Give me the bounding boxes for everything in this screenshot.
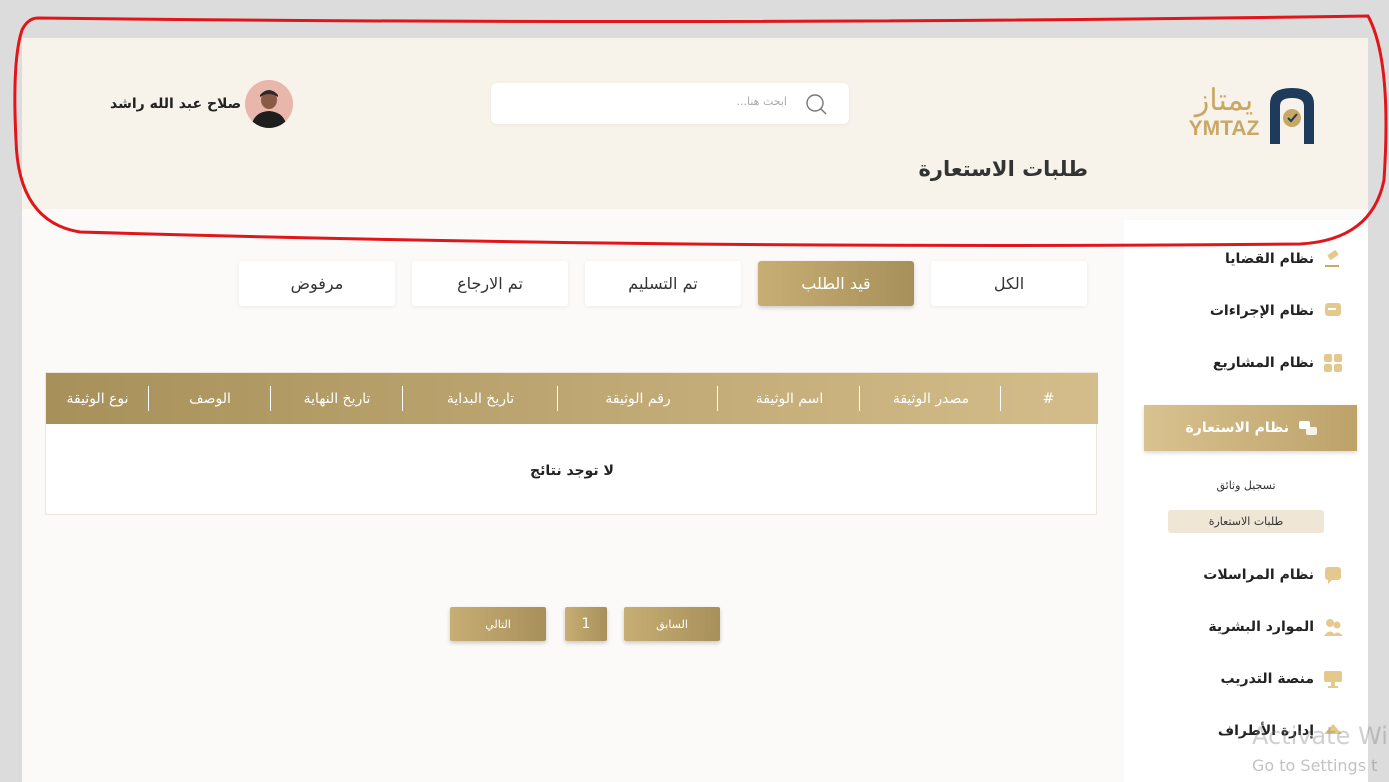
ymtaz-logo[interactable]: يمتاز YMTAZ bbox=[1182, 82, 1322, 150]
table-header: # مصدر الوثيقة اسم الوثيقة رقم الوثيقة ت… bbox=[46, 373, 1098, 424]
sidebar-item-hr[interactable]: الموارد البشرية bbox=[1208, 616, 1344, 638]
sidebar-sub-borrow-requests[interactable]: طلبات الاستعارة bbox=[1168, 510, 1324, 533]
column-divider bbox=[859, 386, 860, 411]
search-input[interactable] bbox=[537, 95, 787, 108]
sidebar-item-label: نظام الإجراءات bbox=[1209, 303, 1314, 319]
column-header-source: مصدر الوثيقة bbox=[892, 390, 970, 407]
column-header-type: نوع الوثيقة bbox=[66, 390, 129, 407]
header: يمتاز YMTAZ طلبات الاستعارة صلاح عبد الل… bbox=[22, 38, 1368, 209]
sidebar-item-label: نظام المراسلات bbox=[1203, 567, 1314, 583]
sidebar-item-messages[interactable]: نظام المراسلات bbox=[1203, 564, 1344, 586]
user-profile[interactable]: صلاح عبد الله راشد bbox=[110, 79, 294, 129]
column-divider bbox=[148, 386, 149, 411]
next-page-button[interactable]: التالي bbox=[450, 607, 546, 641]
training-icon bbox=[1322, 668, 1344, 690]
windows-activation-hint: Go to Settings t bbox=[1252, 756, 1378, 775]
logo-arabic: يمتاز bbox=[1194, 83, 1254, 118]
column-divider bbox=[717, 386, 718, 411]
tab-delivered[interactable]: تم التسليم bbox=[585, 261, 741, 306]
search-icon[interactable] bbox=[805, 93, 827, 115]
sidebar-item-projects[interactable]: نظام المشاريع bbox=[1213, 352, 1344, 374]
search-box[interactable] bbox=[491, 83, 849, 124]
sidebar-item-procedures[interactable]: نظام الإجراءات bbox=[1210, 300, 1344, 322]
logo-latin: YMTAZ bbox=[1188, 117, 1260, 140]
sidebar-item-label: نظام المشاريع bbox=[1212, 355, 1314, 371]
user-name: صلاح عبد الله راشد bbox=[110, 96, 242, 112]
procedures-icon bbox=[1322, 300, 1344, 322]
column-header-name: اسم الوثيقة bbox=[755, 390, 824, 407]
user-avatar-icon bbox=[245, 80, 294, 128]
column-divider bbox=[402, 386, 403, 411]
app-page: يمتاز YMTAZ طلبات الاستعارة صلاح عبد الل… bbox=[22, 38, 1368, 782]
column-header-index: # bbox=[1042, 390, 1055, 407]
sidebar-item-borrowing[interactable]: نظام الاستعارة bbox=[1144, 405, 1357, 451]
column-header-end-date: تاريخ النهاية bbox=[303, 390, 371, 407]
borrowing-icon bbox=[1297, 417, 1319, 439]
sidebar-item-label: الموارد البشرية bbox=[1208, 619, 1314, 635]
people-icon bbox=[1322, 616, 1344, 638]
sidebar-item-label: نظام القضايا bbox=[1225, 251, 1314, 267]
sidebar: نظام القضايا نظام الإجراءات نظام المشاري… bbox=[1124, 220, 1368, 782]
sidebar-item-training[interactable]: منصة التدريب bbox=[1220, 668, 1344, 690]
messages-icon bbox=[1322, 564, 1344, 586]
tab-all[interactable]: الكل bbox=[931, 261, 1087, 306]
tab-rejected[interactable]: مرفوض bbox=[239, 261, 395, 306]
column-header-description: الوصف bbox=[189, 390, 231, 407]
page-title: طلبات الاستعارة bbox=[918, 157, 1088, 181]
column-header-number: رقم الوثيقة bbox=[605, 390, 671, 407]
sidebar-item-label: منصة التدريب bbox=[1220, 671, 1314, 687]
page-number-button[interactable]: 1 bbox=[565, 607, 607, 641]
previous-page-button[interactable]: السابق bbox=[624, 607, 720, 641]
column-divider bbox=[270, 386, 271, 411]
empty-results-message: لا توجد نتائج bbox=[530, 463, 614, 479]
avatar[interactable] bbox=[245, 80, 294, 128]
windows-activation-watermark: Activate Wi bbox=[1252, 722, 1388, 750]
column-divider bbox=[1000, 386, 1001, 411]
sidebar-item-label: نظام الاستعارة bbox=[1185, 420, 1289, 436]
column-divider bbox=[557, 386, 558, 411]
sidebar-sub-register-documents[interactable]: تسجيل وثائق bbox=[1168, 479, 1324, 492]
requests-table: # مصدر الوثيقة اسم الوثيقة رقم الوثيقة ت… bbox=[45, 372, 1098, 515]
tab-returned[interactable]: تم الارجاع bbox=[412, 261, 568, 306]
column-header-start-date: تاريخ البداية bbox=[446, 390, 515, 407]
gavel-icon bbox=[1322, 248, 1344, 270]
sidebar-item-cases[interactable]: نظام القضايا bbox=[1225, 248, 1344, 270]
tab-pending[interactable]: قيد الطلب bbox=[758, 261, 914, 306]
projects-icon bbox=[1322, 352, 1344, 374]
